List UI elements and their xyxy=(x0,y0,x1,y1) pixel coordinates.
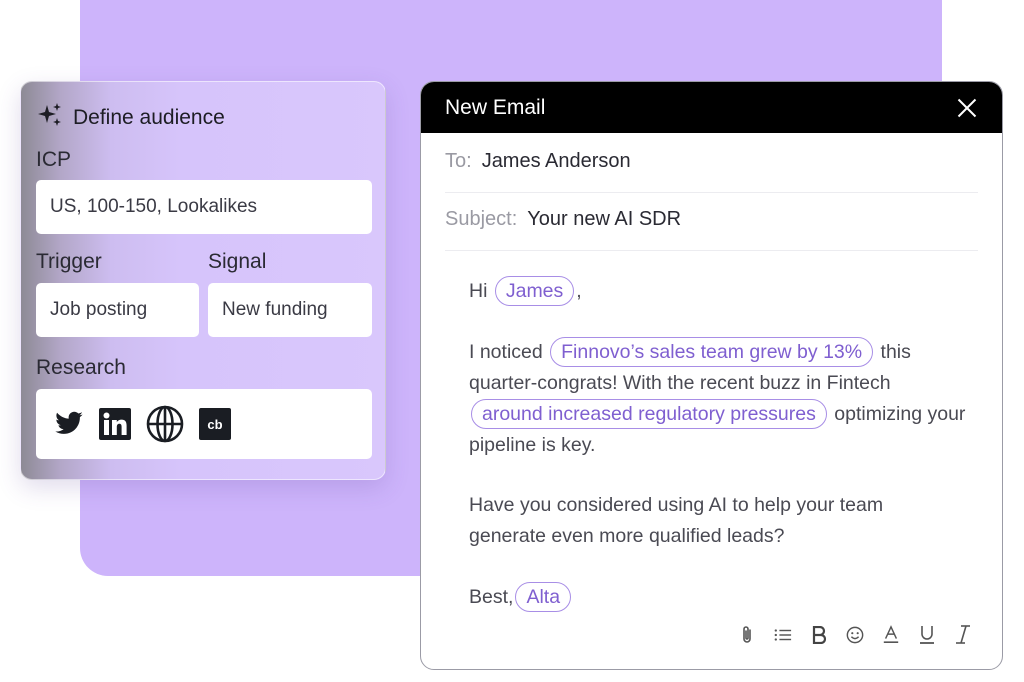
trigger-label: Trigger xyxy=(36,250,102,273)
email-composer: New Email To: James Anderson Subject: Yo… xyxy=(420,81,1003,670)
text-color-icon[interactable] xyxy=(882,625,900,645)
icp-field[interactable]: US, 100-150, Lookalikes xyxy=(36,180,372,234)
define-audience-card: Define audience ICP US, 100-150, Lookali… xyxy=(20,81,386,480)
underline-icon[interactable] xyxy=(918,625,936,645)
globe-icon[interactable] xyxy=(146,405,184,443)
close-icon[interactable] xyxy=(956,97,978,119)
attach-icon[interactable] xyxy=(738,625,756,645)
sparkle-icon xyxy=(37,102,63,133)
email-paragraph-1: I noticed Finnovo’s sales team grew by 1… xyxy=(469,337,969,461)
email-signoff: Best, Alta xyxy=(469,582,969,613)
linkedin-icon[interactable] xyxy=(99,408,131,440)
trigger-value: Job posting xyxy=(50,299,148,320)
email-greeting: Hi James, xyxy=(469,276,969,307)
signoff-text: Best, xyxy=(469,586,514,608)
signal-value: New funding xyxy=(222,299,328,320)
trigger-field[interactable]: Job posting xyxy=(36,283,199,337)
divider xyxy=(445,250,978,251)
formatting-toolbar xyxy=(738,625,972,645)
email-paragraph-2: Have you considered using AI to help you… xyxy=(469,494,884,547)
icp-value: US, 100-150, Lookalikes xyxy=(50,196,258,217)
email-header: New Email xyxy=(421,82,1002,133)
twitter-icon[interactable] xyxy=(54,411,84,437)
signal-field[interactable]: New funding xyxy=(208,283,372,337)
bold-icon[interactable] xyxy=(810,625,828,645)
greeting-prefix: Hi xyxy=(469,280,488,302)
crunchbase-icon[interactable]: cb xyxy=(199,408,231,440)
icp-label: ICP xyxy=(36,148,72,171)
to-row[interactable]: To: James Anderson xyxy=(445,150,978,173)
audience-title: Define audience xyxy=(37,102,225,133)
divider xyxy=(445,192,978,193)
email-header-title: New Email xyxy=(445,95,546,119)
list-icon[interactable] xyxy=(774,625,792,645)
variable-pill-sender[interactable]: Alta xyxy=(515,582,572,612)
variable-pill-context[interactable]: around increased regulatory pressures xyxy=(471,399,827,429)
research-sources: cb xyxy=(36,389,372,459)
subject-value: Your new AI SDR xyxy=(527,208,682,230)
italic-icon[interactable] xyxy=(954,625,972,645)
to-label: To: xyxy=(445,150,472,172)
variable-pill-name[interactable]: James xyxy=(494,276,575,306)
p1-start: I noticed xyxy=(469,341,543,363)
to-value: James Anderson xyxy=(481,150,631,172)
greeting-suffix: , xyxy=(576,280,582,302)
signal-label: Signal xyxy=(208,250,267,273)
audience-title-text: Define audience xyxy=(73,105,225,129)
subject-row[interactable]: Subject: Your new AI SDR xyxy=(445,208,978,231)
variable-pill-insight[interactable]: Finnovo’s sales team grew by 13% xyxy=(550,337,874,367)
subject-label: Subject: xyxy=(445,208,518,230)
emoji-icon[interactable] xyxy=(846,625,864,645)
research-label: Research xyxy=(36,356,126,379)
